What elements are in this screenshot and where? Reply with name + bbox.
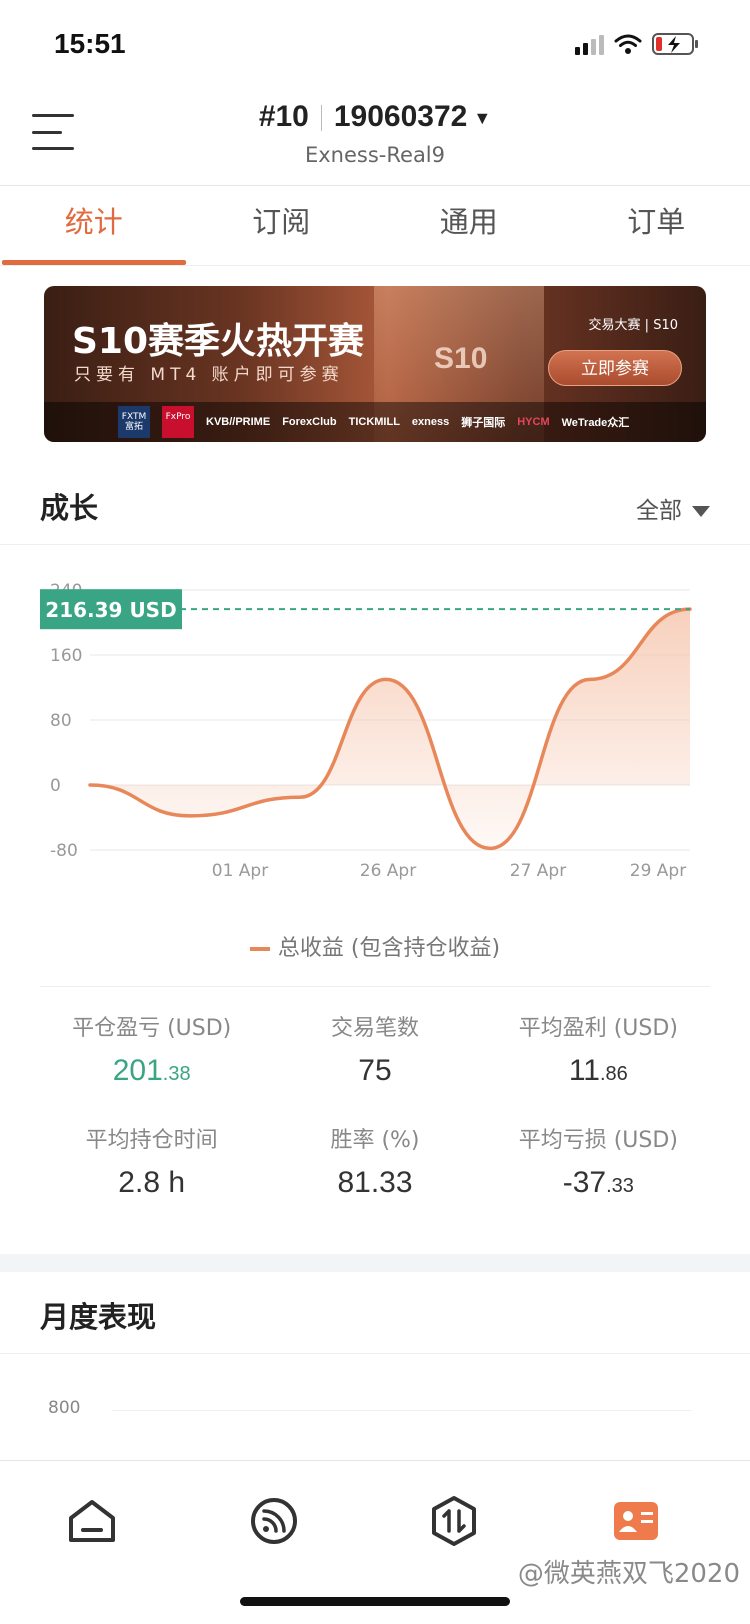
sponsor-logo: FXTM 富拓 [118,406,150,438]
range-value: 全部 [636,498,682,524]
series-area [90,609,690,849]
section-separator [0,1254,750,1272]
chart-legend: 总收益 (包含持仓收益) [0,930,750,962]
stat-label: 平均持仓时间 [85,1128,218,1153]
status-icons [575,32,700,56]
tab-statistics[interactable]: 统计 [0,186,188,265]
bottom-navigation: @微英燕双飞2020 [0,1460,750,1624]
stat-value: 75 [358,1054,392,1087]
divider [40,986,710,987]
wifi-icon [614,34,642,54]
y-tick-label: 0 [50,776,61,796]
monthly-axis-label: 800 [48,1398,81,1418]
stat-win-rate: 胜率 (%) 81.33 [263,1122,486,1200]
stat-value: 81.33 [337,1166,413,1199]
growth-chart[interactable]: -8008016024001 Apr26 Apr27 Apr29 Apr216.… [0,570,750,910]
battery-charging-icon [652,33,698,55]
caret-down-icon: ▼ [473,107,492,128]
nav-subscriptions[interactable] [244,1491,304,1551]
stat-label: 平均盈利 (USD) [518,1016,678,1041]
profile-card-icon [614,1502,658,1540]
status-bar: 15:51 [0,0,750,88]
nav-profile[interactable] [606,1491,666,1551]
banner-stage-mark: S10 [434,342,488,375]
status-time: 15:51 [54,28,126,59]
account-server: Exness-Real9 [304,143,446,167]
growth-section-header: 成长 全部 [0,463,750,545]
nav-home[interactable] [62,1491,122,1551]
tab-subscribe[interactable]: 订阅 [188,186,376,265]
account-rank: #10 [258,100,309,133]
y-tick-label: -80 [50,841,78,861]
stat-avg-loss: 平均亏损 (USD) -37.33 [487,1122,710,1200]
stat-avg-profit: 平均盈利 (USD) 11.86 [487,1010,710,1088]
sponsor-logo: KVB//PRIME [206,416,271,428]
legend-label: 总收益 (包含持仓收益) [277,936,501,961]
y-tick-label: 80 [50,711,72,731]
sponsor-logo: FxPro [162,406,194,438]
account-selector[interactable]: #10 19060372 ▼ [0,100,750,134]
legend-swatch [249,947,270,951]
y-tick-label: 160 [50,646,82,666]
stat-label: 平仓盈亏 (USD) [72,1016,232,1041]
sponsor-logos: FXTM 富拓 FxPro KVB//PRIME ForexClub TICKM… [44,402,706,442]
stat-value: -37.33 [562,1166,634,1199]
sponsor-logo: TICKMILL [348,416,400,428]
account-header: #10 19060372 ▼ Exness-Real9 [0,88,750,186]
promo-banner[interactable]: S10赛季火热开赛 只要有 MT4 账户即可参赛 S10 交易大赛 | S10 … [44,286,706,442]
home-indicator [240,1597,510,1606]
dropdown-triangle-icon [692,506,710,517]
subscription-feed-icon [251,1498,297,1544]
cellular-signal-icon [575,33,604,55]
monthly-gridline [112,1410,692,1411]
stat-value: 201.38 [112,1054,191,1087]
monthly-title: 月度表现 [40,1300,157,1334]
banner-brand: 交易大赛 | S10 [588,318,678,333]
growth-title: 成长 [40,491,99,525]
tab-general[interactable]: 通用 [375,186,563,265]
stat-label: 平均亏损 (USD) [518,1128,678,1153]
x-tick-label: 27 Apr [510,861,566,881]
sponsor-logo: ForexClub [282,416,337,428]
current-value-label: 216.39 USD [45,598,176,622]
home-icon [69,1500,115,1542]
nav-trade[interactable] [424,1491,484,1551]
banner-title: S10赛季火热开赛 [72,321,365,362]
join-contest-button[interactable]: 立即参赛 [548,350,682,386]
banner-subtitle: 只要有 MT4 账户即可参赛 [74,365,344,385]
stat-label: 胜率 (%) [330,1128,420,1153]
tab-bar: 统计 订阅 通用 订单 [0,186,750,266]
stat-avg-hold-time: 平均持仓时间 2.8 h [40,1122,263,1200]
sponsor-logo: WeTrade众汇 [561,417,630,429]
account-number: 19060372 [333,100,468,133]
sponsor-logo: 狮子国际 [461,417,506,429]
x-tick-label: 26 Apr [360,861,416,881]
monthly-section-header: 月度表现 [0,1272,750,1354]
range-dropdown[interactable]: 全部 [636,491,710,525]
sponsor-logo: exness [411,416,450,428]
stat-value: 2.8 h [118,1166,186,1199]
stats-grid: 平仓盈亏 (USD) 201.38 交易笔数 75 平均盈利 (USD) 11.… [40,1010,710,1200]
tab-orders[interactable]: 订单 [563,186,750,265]
stat-value: 11.86 [568,1054,628,1087]
x-tick-label: 29 Apr [630,861,686,881]
stat-closed-pnl: 平仓盈亏 (USD) 201.38 [40,1010,263,1088]
stat-trade-count: 交易笔数 75 [263,1010,486,1088]
watermark: @微英燕双飞2020 [517,1559,740,1589]
sponsor-logo: HYCM [517,416,550,428]
trade-exchange-icon [432,1496,476,1546]
x-tick-label: 01 Apr [212,861,268,881]
stat-label: 交易笔数 [330,1016,419,1041]
